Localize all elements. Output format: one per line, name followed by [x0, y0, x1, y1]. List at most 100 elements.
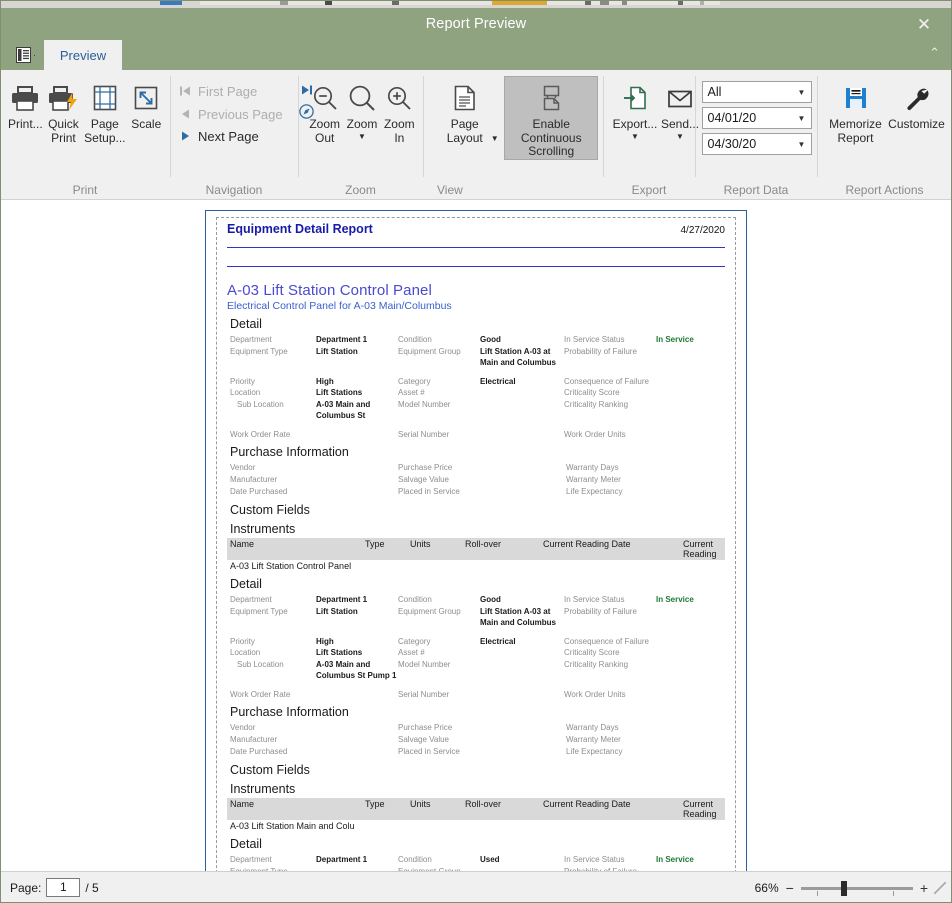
zoom-button-label: Zoom	[346, 117, 378, 131]
date-to-value: 04/30/20	[707, 137, 757, 151]
instruments-header-row: Name Type Units Roll-over Current Readin…	[227, 798, 725, 820]
detail-label: Sub Location	[237, 399, 284, 409]
page-input[interactable]: 1	[46, 878, 81, 897]
chevron-down-icon: ▼	[676, 131, 684, 141]
detail-value: A-03 Main and Columbus St Pump 1	[316, 659, 397, 681]
scale-button-label: Scale	[131, 117, 162, 131]
detail-label: Model Number	[398, 399, 451, 409]
zoom-slider-thumb[interactable]	[840, 880, 847, 896]
instruments-table: Name Type Units Roll-over Current Readin…	[227, 538, 725, 572]
detail-label: Priority	[230, 636, 255, 646]
zoom-decrease-button[interactable]: −	[786, 881, 794, 895]
detail-value: High	[316, 636, 334, 646]
close-icon[interactable]: ✕	[904, 8, 944, 40]
detail-label: Work Order Units	[564, 689, 626, 699]
next-page-label: Next Page	[198, 129, 259, 144]
detail-value: Used	[480, 855, 500, 864]
page-layout-button[interactable]: Page Layout ▼	[431, 76, 499, 160]
table-row: A-03 Lift Station Main and Colu	[227, 820, 725, 832]
ribbon-group-zoom: Zoom Out Zoom ▼ Zoom In Zoom	[298, 70, 423, 199]
zoom-increase-button[interactable]: +	[920, 881, 928, 895]
detail-value	[480, 647, 564, 659]
memorize-report-button[interactable]: Memorize Report	[825, 76, 886, 158]
next-page-button[interactable]: Next Page	[176, 126, 266, 147]
purchase-label: Life Expectancy	[566, 747, 623, 756]
export-button[interactable]: Export... ▼	[611, 76, 659, 158]
zoom-slider-track	[800, 886, 913, 890]
date-from-select[interactable]: 04/01/20 ▼	[701, 107, 812, 129]
detail-value	[656, 689, 716, 701]
scale-button[interactable]: Scale	[128, 76, 165, 158]
purchase-label: Date Purchased	[230, 747, 288, 756]
quick-print-button-label: Quick Print	[48, 117, 79, 145]
zoom-slider[interactable]	[800, 880, 913, 896]
enable-continuous-scrolling-toggle[interactable]: Enable Continuous Scrolling	[504, 76, 598, 160]
report-section: Detail Department Department 1 Condition…	[227, 837, 725, 871]
instruments-header-row: Name Type Units Roll-over Current Readin…	[227, 538, 725, 560]
period-select[interactable]: All ▼	[701, 81, 812, 103]
tab-preview[interactable]: Preview	[44, 40, 122, 70]
ribbon-group-report-data-label: Report Data	[723, 183, 789, 197]
zoom-percent-label: 66%	[754, 880, 779, 895]
ribbon-group-report-data: All ▼ 04/01/20 ▼ 04/30/20 ▼ Report Data	[695, 70, 817, 199]
zoom-slider-tick	[816, 890, 818, 896]
purchase-label: Vendor	[230, 463, 256, 472]
report-section: A-03 Lift Station Control Panel Electric…	[227, 282, 725, 572]
detail-label: Sub Location	[237, 659, 284, 669]
detail-label: Criticality Score	[564, 648, 620, 657]
quick-access-report-icon[interactable]: ·	[8, 40, 44, 70]
ribbon-group-navigation-label: Navigation	[205, 183, 263, 197]
date-to-select[interactable]: 04/30/20 ▼	[701, 133, 812, 155]
column-header: Current Reading Date	[543, 799, 631, 809]
floppy-disk-icon	[842, 81, 870, 115]
header-rule-bottom	[227, 266, 725, 267]
detail-value	[656, 429, 716, 441]
page-label: Page:	[10, 880, 42, 895]
purchase-label: Salvage Value	[398, 475, 449, 484]
detail-label: Work Order Rate	[230, 429, 291, 439]
navigation-row-previous: Previous Page	[176, 103, 318, 125]
page-setup-button[interactable]: Page Setup...	[82, 76, 127, 158]
purchase-label: Placed in Service	[398, 487, 460, 496]
resize-grip[interactable]	[934, 881, 946, 894]
ribbon-group-navigation: First Page Previous Page Next Page Navig…	[170, 70, 314, 199]
customize-button[interactable]: Customize	[886, 76, 947, 158]
ribbon-group-report-actions-label: Report Actions	[845, 183, 924, 197]
previous-page-button[interactable]: Previous Page	[176, 104, 290, 125]
quick-access-caret: ·	[32, 49, 37, 61]
detail-label: Department	[230, 595, 272, 604]
chevron-down-icon: ▼	[490, 134, 499, 143]
detail-value	[480, 387, 564, 399]
detail-label: Condition	[398, 335, 432, 344]
detail-value: Lift Station A-03 at Main and Columbus	[480, 606, 556, 628]
report-header-title: Equipment Detail Report	[227, 222, 373, 236]
detail-value	[656, 376, 716, 388]
detail-label: Asset #	[398, 388, 425, 397]
report-header: Equipment Detail Report 4/27/2020	[227, 222, 725, 236]
column-header: Roll-over	[465, 539, 502, 549]
column-header: Current Reading Date	[543, 539, 631, 549]
detail-value: Lift Stations	[316, 648, 363, 657]
quick-print-button[interactable]: Quick Print	[45, 76, 82, 158]
chevron-down-icon: ▼	[797, 87, 806, 97]
detail-label: Category	[398, 376, 431, 386]
column-header: Units	[410, 799, 431, 809]
instrument-name: A-03 Lift Station Main and Colu	[230, 821, 355, 831]
column-header: Current Reading	[683, 539, 717, 559]
detail-heading: Detail	[230, 577, 262, 591]
zoom-dropdown-button[interactable]: Zoom ▼	[343, 76, 380, 158]
continuous-scroll-icon	[538, 81, 564, 115]
instruments-heading: Instruments	[230, 522, 296, 536]
collapse-ribbon-icon[interactable]: ⌃	[929, 46, 940, 59]
preview-surface[interactable]: Equipment Detail Report 4/27/2020 A-03 L…	[0, 200, 952, 871]
print-button[interactable]: Print...	[6, 76, 45, 158]
equipment-title: A-03 Lift Station Control Panel	[227, 282, 432, 299]
zoom-in-button[interactable]: Zoom In	[381, 76, 418, 158]
detail-label: Equipment Type	[230, 346, 288, 356]
instruments-table: Name Type Units Roll-over Current Readin…	[227, 798, 725, 832]
first-page-button[interactable]: First Page	[176, 81, 264, 102]
detail-label: In Service Status	[564, 595, 625, 604]
zoom-out-button[interactable]: Zoom Out	[306, 76, 343, 158]
detail-value: Department 1	[316, 335, 368, 344]
custom-fields-heading: Custom Fields	[230, 503, 310, 517]
